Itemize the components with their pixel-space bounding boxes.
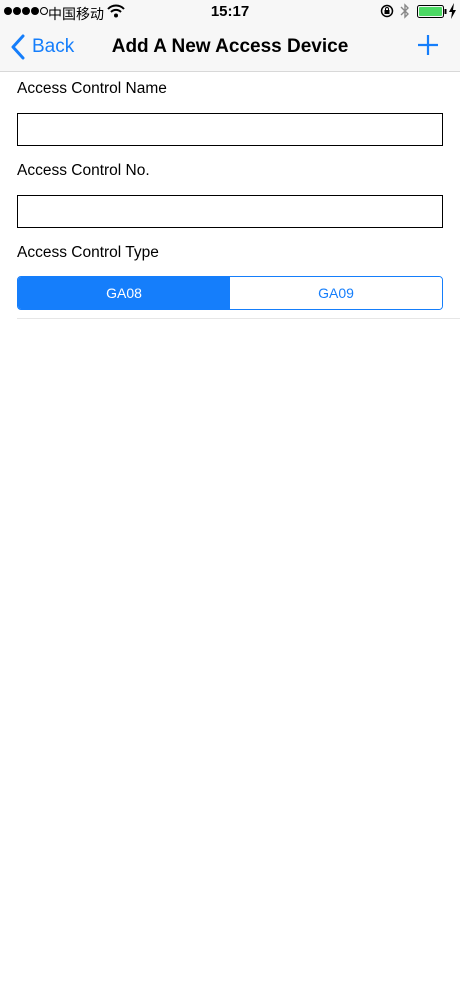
access-control-type-segmented-control: GA08 GA09	[17, 276, 443, 310]
segment-ga08[interactable]: GA08	[18, 277, 230, 309]
battery-icon	[417, 5, 447, 18]
access-control-number-input[interactable]	[17, 195, 443, 228]
page-title: Add A New Access Device	[111, 36, 349, 57]
segment-ga09[interactable]: GA09	[230, 277, 442, 309]
divider	[17, 318, 460, 319]
charging-icon	[449, 3, 456, 19]
name-label: Access Control Name	[17, 80, 167, 97]
bluetooth-icon	[400, 3, 409, 19]
lock-rotation-icon	[380, 4, 394, 18]
access-control-name-input[interactable]	[17, 113, 443, 146]
status-bar: 中国移动 15:17	[0, 0, 460, 24]
number-label: Access Control No.	[17, 162, 150, 179]
plus-icon[interactable]	[416, 33, 440, 57]
type-label: Access Control Type	[17, 244, 159, 261]
navigation-bar: Back Add A New Access Device	[0, 24, 460, 72]
